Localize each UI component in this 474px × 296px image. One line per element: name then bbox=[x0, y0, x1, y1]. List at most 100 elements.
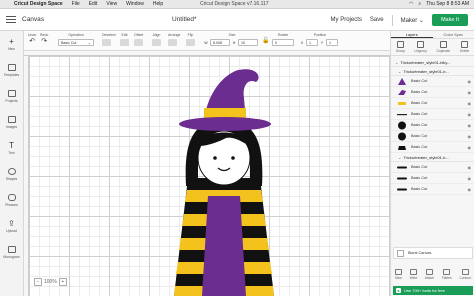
hat-thumbnail-icon bbox=[397, 88, 407, 97]
sidebar-item-templates[interactable]: Templates bbox=[0, 57, 23, 83]
make-it-button[interactable]: Make It bbox=[431, 14, 468, 26]
size-controls: Size W 8.008 H 10 bbox=[204, 33, 260, 46]
pos-x-prefix: X bbox=[300, 40, 304, 45]
rotate-input[interactable]: 0 bbox=[272, 39, 294, 46]
align-icon bbox=[152, 39, 161, 46]
layer-row[interactable]: Basic Cut ◉ bbox=[391, 109, 474, 120]
layer-group[interactable]: ⌄ Trickortreater_style01-b... bbox=[391, 67, 474, 76]
clock[interactable]: Thu Sep 8 8:53 AM bbox=[426, 1, 469, 7]
layer-row[interactable]: Basic Cut ◉ bbox=[391, 120, 474, 131]
save-button[interactable]: Save bbox=[370, 17, 384, 23]
ungroup-button[interactable]: Ungroup bbox=[414, 41, 427, 55]
zoom-out-button[interactable]: − bbox=[34, 278, 42, 286]
shape-thumbnail-icon bbox=[397, 143, 407, 152]
offset-button[interactable]: Offset bbox=[134, 33, 143, 46]
redo-button[interactable]: Redo ↷ bbox=[40, 33, 48, 45]
eye-icon: ◉ bbox=[467, 144, 472, 150]
y-input[interactable]: 1 bbox=[326, 39, 338, 46]
flatten-button[interactable]: Flatten bbox=[442, 269, 452, 280]
layer-row[interactable]: Basic Cut ◉ bbox=[391, 98, 474, 109]
sidebar-item-projects[interactable]: Projects bbox=[0, 83, 23, 109]
blank-canvas-row[interactable]: Blank Canvas bbox=[393, 247, 473, 259]
search-icon[interactable]: ⌕ bbox=[418, 1, 421, 7]
menu-file[interactable]: File bbox=[72, 1, 80, 7]
right-eye bbox=[231, 156, 235, 160]
arrange-icon bbox=[168, 39, 177, 46]
edit-button[interactable]: Edit bbox=[120, 33, 129, 46]
flip-icon bbox=[186, 39, 195, 46]
lock-icon[interactable]: 🔓 bbox=[262, 33, 269, 44]
circle-thumbnail-icon bbox=[397, 132, 407, 141]
menu-window[interactable]: Window bbox=[126, 1, 144, 7]
font-icon: a bbox=[396, 288, 401, 293]
deselect-button[interactable]: Deselect bbox=[102, 33, 116, 46]
eye-icon: ◉ bbox=[467, 78, 472, 84]
attach-button[interactable]: Attach bbox=[425, 269, 434, 280]
ungroup-icon bbox=[417, 41, 425, 48]
sidebar-item-images[interactable]: Images bbox=[0, 109, 23, 135]
eye-icon: ◉ bbox=[467, 186, 472, 192]
witch-design[interactable] bbox=[168, 68, 280, 296]
text-icon: T bbox=[9, 140, 14, 150]
redo-icon: ↷ bbox=[41, 38, 48, 45]
group-button[interactable]: Group bbox=[396, 41, 405, 55]
window-title: Cricut Design Space v7.16.117 bbox=[200, 1, 269, 7]
sidebar-item-phrases[interactable]: Phrases bbox=[0, 187, 23, 213]
chevron-down-icon: ⌄ bbox=[395, 59, 399, 65]
layer-tools: Slice Weld Attach Flatten Contour bbox=[391, 269, 474, 280]
height-input[interactable]: 10 bbox=[238, 39, 258, 46]
layer-row[interactable]: Basic Cut ◉ bbox=[391, 131, 474, 142]
my-projects-button[interactable]: My Projects bbox=[331, 17, 362, 23]
canvas-label: Canvas bbox=[22, 16, 45, 23]
fonts-promo-banner[interactable]: a Use 700+ fonts for free bbox=[393, 286, 473, 295]
delete-button[interactable]: Delete bbox=[460, 41, 469, 55]
undo-button[interactable]: Undo ↶ bbox=[28, 33, 36, 45]
menu-edit[interactable]: Edit bbox=[89, 1, 98, 7]
layer-row[interactable]: Basic Cut ◉ bbox=[391, 162, 474, 173]
zoom-in-button[interactable]: + bbox=[58, 278, 67, 286]
sidebar-item-shapes[interactable]: Shapes bbox=[0, 161, 23, 187]
sidebar-item-monogram[interactable]: Monogram bbox=[0, 239, 23, 265]
duplicate-button[interactable]: Duplicate bbox=[437, 41, 450, 55]
sidebar-item-upload[interactable]: ⇪ Upload bbox=[0, 213, 23, 239]
align-button[interactable]: Align bbox=[152, 33, 161, 46]
menu-view[interactable]: View bbox=[106, 1, 117, 7]
weld-button[interactable]: Weld bbox=[410, 269, 417, 280]
speech-bubble-icon bbox=[7, 193, 16, 201]
duplicate-icon bbox=[439, 41, 447, 48]
layer-group[interactable]: ⌄ Trickortreater_style01-b... bbox=[391, 153, 474, 162]
slice-button[interactable]: Slice bbox=[395, 269, 402, 280]
hamburger-menu-icon[interactable] bbox=[3, 12, 19, 28]
width-input[interactable]: 8.008 bbox=[210, 39, 230, 46]
wifi-icon[interactable]: ◠ bbox=[409, 1, 413, 7]
app-menu[interactable]: Cricut Design Space bbox=[14, 1, 63, 7]
eye-icon: ◉ bbox=[467, 133, 472, 139]
upload-icon: ⇪ bbox=[8, 218, 15, 228]
contour-button[interactable]: Contour bbox=[459, 269, 471, 280]
eye-icon: ◉ bbox=[467, 164, 472, 170]
weld-icon bbox=[409, 269, 417, 275]
layer-row[interactable]: Basic Cut ◉ bbox=[391, 76, 474, 87]
layer-row[interactable]: Basic Cut ◉ bbox=[391, 87, 474, 98]
layer-row[interactable]: Basic Cut ◉ bbox=[391, 184, 474, 195]
flip-button[interactable]: Flip bbox=[186, 33, 195, 46]
sidebar-item-text[interactable]: T Text bbox=[0, 135, 23, 161]
tab-color-sync[interactable]: Color Sync bbox=[433, 31, 474, 38]
machine-select[interactable]: Maker ⌄ bbox=[401, 17, 424, 24]
left-eye bbox=[213, 156, 217, 160]
monogram-icon bbox=[7, 245, 16, 253]
undo-icon: ↶ bbox=[29, 38, 36, 45]
tab-layers[interactable]: Layers bbox=[391, 31, 433, 38]
document-title: Untitled* bbox=[172, 16, 197, 23]
size-w-prefix: W bbox=[204, 40, 208, 45]
layers-list: ⌄ Trickortreater_style01-blky... ⌄ Trickor… bbox=[391, 56, 474, 197]
layer-row[interactable]: Basic Cut ◉ bbox=[391, 173, 474, 184]
arrange-button[interactable]: Arrange bbox=[168, 33, 180, 46]
layer-group[interactable]: ⌄ Trickortreater_style01-blky... bbox=[391, 58, 474, 67]
menu-help[interactable]: Help bbox=[153, 1, 163, 7]
x-input[interactable]: 1 bbox=[306, 39, 318, 46]
zoom-controls: − 100% + bbox=[34, 278, 67, 286]
operation-select[interactable]: Operation Basic Cut ⌄ bbox=[58, 33, 94, 46]
layer-row[interactable]: Basic Cut ◉ bbox=[391, 142, 474, 153]
sidebar-item-new[interactable]: + New bbox=[0, 31, 23, 57]
